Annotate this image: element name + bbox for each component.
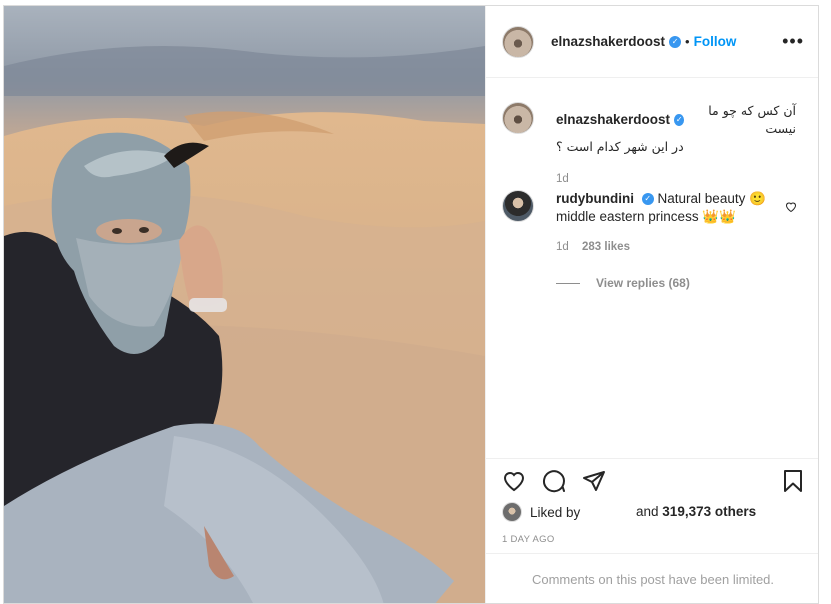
caption: elnazshakerdoost ✓ آن کس که چو ما نیست د… — [502, 102, 807, 185]
comments-limited-notice: Comments on this post have been limited. — [486, 553, 818, 603]
action-bar — [486, 467, 818, 499]
verified-badge-icon: ✓ — [669, 35, 682, 48]
caption-text-line1: آن کس که چو ما نیست — [708, 103, 796, 136]
view-replies-button[interactable]: View replies (68) — [556, 276, 690, 290]
commenter-avatar[interactable] — [502, 190, 534, 222]
comment-meta: 1d 283 likes — [556, 238, 796, 256]
more-options-icon[interactable]: ••• — [782, 32, 804, 50]
comment-time[interactable]: 1d — [556, 241, 569, 253]
post-sidebar: elnazshakerdoost ✓ • Follow ••• elnazsha… — [485, 6, 818, 603]
liker-avatar[interactable] — [502, 502, 522, 522]
comment-item: rudybundini ✓ Natural beauty 🙂 middle ea… — [502, 190, 807, 260]
caption-avatar[interactable] — [502, 102, 534, 134]
caption-body: elnazshakerdoost ✓ آن کس که چو ما نیست د… — [556, 102, 796, 188]
separator-dot: • — [685, 34, 690, 49]
comment-like-icon[interactable] — [785, 200, 797, 218]
post-image[interactable] — [4, 6, 485, 603]
bookmark-icon[interactable] — [779, 467, 807, 495]
caption-username[interactable]: elnazshakerdoost — [556, 111, 670, 129]
post-header: elnazshakerdoost ✓ • Follow ••• — [486, 6, 818, 78]
caption-text-line2: در این شهر کدام است ؟ — [556, 139, 684, 154]
liked-by-label: Liked by — [530, 504, 581, 520]
likes-count[interactable]: 319,373 others — [662, 504, 756, 519]
likes-summary: Liked by and 319,373 others — [502, 502, 756, 522]
actions-divider — [486, 458, 818, 459]
replies-divider — [556, 282, 580, 284]
comment-icon[interactable] — [540, 467, 568, 495]
likes-and-label: and — [636, 504, 659, 519]
post-date[interactable]: 1 DAY AGO — [502, 534, 555, 545]
comment-likes[interactable]: 283 likes — [582, 241, 630, 253]
verified-badge-icon: ✓ — [641, 193, 654, 206]
view-replies-label: View replies (68) — [596, 276, 690, 290]
follow-button[interactable]: Follow — [694, 34, 737, 49]
comment-body: rudybundini ✓ Natural beauty 🙂 middle ea… — [556, 190, 796, 256]
desert-portrait-photo — [4, 6, 485, 603]
comment-text-line2: middle eastern princess 👑👑 — [556, 209, 736, 224]
commenter-username[interactable]: rudybundini — [556, 191, 634, 206]
author-avatar[interactable] — [502, 25, 534, 58]
share-icon[interactable] — [580, 467, 608, 495]
comment-text: Natural beauty 🙂 — [657, 191, 766, 206]
likes-others: and 319,373 others — [636, 504, 756, 519]
post-dialog: elnazshakerdoost ✓ • Follow ••• elnazsha… — [3, 5, 819, 604]
verified-badge-icon: ✓ — [674, 114, 685, 126]
heart-icon[interactable] — [500, 467, 528, 495]
caption-time[interactable]: 1d — [556, 170, 796, 188]
author-username[interactable]: elnazshakerdoost — [551, 34, 665, 49]
